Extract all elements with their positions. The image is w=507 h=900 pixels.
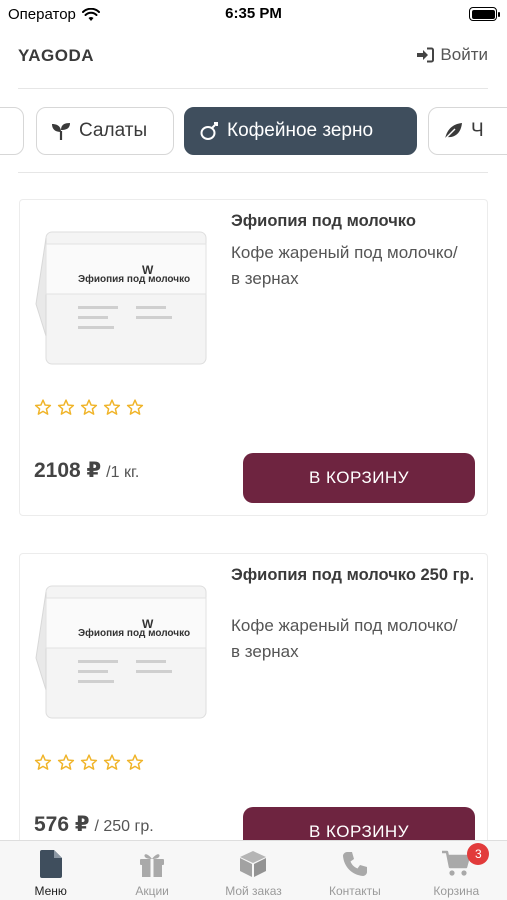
package-label: Эфиопия под молочко [78,273,190,285]
app-header: YAGODA Войти [18,40,488,74]
sign-in-icon [417,47,435,63]
svg-text:W: W [142,263,154,277]
star-icon [126,754,144,770]
coffee-bag-image: Эфиопия под молочко W [35,231,207,365]
product-description: Кофе жареный под молочко/в зернах [231,616,458,661]
login-label: Войти [440,45,488,64]
tab-menu[interactable]: Меню [0,841,101,900]
coffee-bean-icon [200,122,218,140]
star-icon [80,754,98,770]
price-value: 2108 ₽ [34,459,102,482]
product-price: 576 ₽ / 250 гр. [34,812,154,837]
tab-label: Акции [135,884,169,898]
product-description: Кофе жареный под молочко/в зернах [231,243,458,288]
product-card[interactable]: Эфиопия под молочко W Эфиопия под молочк… [19,553,488,857]
product-card[interactable]: Эфиопия под молочко W Эфиопия под молочк… [19,199,488,516]
product-image[interactable]: Эфиопия под молочко W [32,224,222,374]
category-scroller[interactable]: Салаты Кофейное зерно Ч [0,104,507,160]
category-divider [18,172,488,173]
category-chip-salads[interactable]: Салаты [36,107,174,155]
coffee-bag-image: Эфиопия под молочко W [35,585,207,719]
star-icon [126,399,144,415]
tab-contacts[interactable]: Контакты [304,841,405,900]
document-icon [39,850,62,878]
cart-count-badge: 3 [467,843,490,865]
category-chip-tea[interactable]: Ч [428,107,507,155]
login-button[interactable]: Войти [416,45,488,65]
product-price: 2108 ₽ /1 кг. [34,458,139,483]
battery-icon [469,7,500,21]
category-label: Кофейное зерно [227,120,374,141]
star-icon [57,399,75,415]
leaf-icon [444,123,462,140]
box-icon [240,851,267,877]
add-to-cart-button[interactable]: В КОРЗИНУ [243,453,475,503]
product-title[interactable]: Эфиопия под молочко 250 гр. [231,566,486,585]
header-divider [18,88,488,89]
tab-cart[interactable]: 3 Корзина [406,841,507,900]
star-icon [34,399,52,415]
gift-icon [140,854,165,877]
svg-text:W: W [142,617,154,631]
tab-label: Корзина [433,884,480,898]
price-unit: / 250 гр. [94,818,154,835]
status-bar: Оператор 6:35 PM [0,0,507,30]
category-chip-coffee-beans[interactable]: Кофейное зерно [184,107,417,155]
star-icon [80,399,98,415]
phone-icon [342,852,367,876]
tab-label: Мой заказ [225,884,282,898]
status-time: 6:35 PM [225,5,282,22]
package-label: Эфиопия под молочко [78,627,190,639]
rating-stars [34,754,144,771]
rating-stars [34,399,144,416]
sprout-icon [52,123,70,140]
star-icon [57,754,75,770]
category-chip-partial[interactable] [0,107,24,155]
star-icon [34,754,52,770]
tab-promotions[interactable]: Акции [101,841,202,900]
price-unit: /1 кг. [106,464,140,481]
category-label: Салаты [79,120,148,141]
tab-label: Контакты [328,884,381,898]
tab-my-order[interactable]: Мой заказ [203,841,304,900]
price-value: 576 ₽ [34,813,90,836]
star-icon [103,754,121,770]
category-label: Ч [471,120,484,141]
product-title[interactable]: Эфиопия под молочко [231,212,486,231]
product-image[interactable]: Эфиопия под молочко W [32,578,222,728]
tab-bar: Меню Акции Мой заказ Контакты 3 Корзина [0,840,507,900]
tab-label: Меню [34,884,67,898]
brand-logo: YAGODA [18,46,95,65]
star-icon [103,399,121,415]
